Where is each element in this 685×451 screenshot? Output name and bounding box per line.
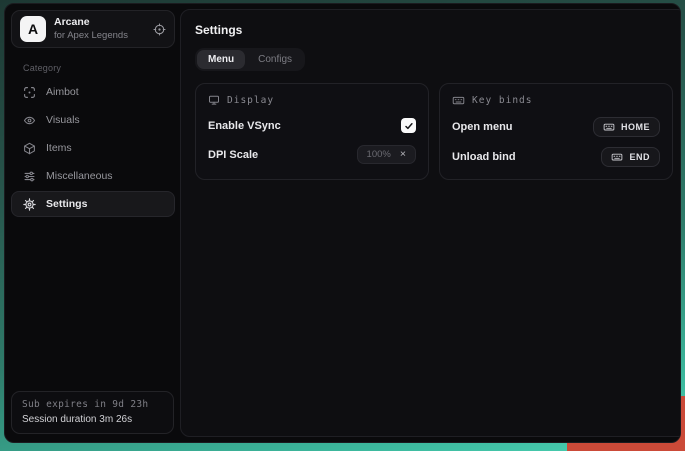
app-window: A Arcane for Apex Legends Category <box>4 3 681 443</box>
display-card-title: Display <box>227 95 274 106</box>
page-title: Settings <box>195 23 673 37</box>
keybinds-card-header: Key binds <box>452 94 660 107</box>
sidebar-item-visuals[interactable]: Visuals <box>5 106 179 134</box>
session-duration-text: Session duration 3m 26s <box>22 414 163 425</box>
open-menu-bind-button[interactable]: HOME <box>593 117 660 137</box>
gear-icon <box>23 198 36 211</box>
unload-bind-row: Unload bind END <box>452 147 660 167</box>
brand-card: A Arcane for Apex Legends <box>11 10 175 48</box>
sub-expiry-text: Sub expires in 9d 23h <box>22 399 163 410</box>
vsync-row: Enable VSync <box>208 116 416 135</box>
vsync-label: Enable VSync <box>208 120 281 132</box>
keybinds-card-title: Key binds <box>472 95 532 106</box>
display-card: Display Enable VSync DPI Scale 1 <box>195 83 429 180</box>
tab-menu[interactable]: Menu <box>197 50 245 69</box>
keybinds-card: Key binds Open menu HOME Unload bind <box>439 83 673 180</box>
tab-bar: Menu Configs <box>195 48 305 71</box>
sidebar-item-label: Items <box>46 142 72 154</box>
open-menu-label: Open menu <box>452 121 513 133</box>
target-icon[interactable] <box>153 23 166 36</box>
unload-bind-label: Unload bind <box>452 151 516 163</box>
sidebar-item-settings[interactable]: Settings <box>11 191 175 217</box>
sidebar-nav: Aimbot Visuals <box>5 78 179 217</box>
dpi-row: DPI Scale 100% × <box>208 145 416 164</box>
keyboard-icon <box>603 121 615 133</box>
dpi-value: 100% <box>367 149 391 160</box>
sliders-icon <box>23 170 36 183</box>
app-name: Arcane <box>54 16 128 30</box>
subscription-status-card: Sub expires in 9d 23h Session duration 3… <box>11 391 174 434</box>
open-menu-key: HOME <box>621 122 650 132</box>
sidebar-item-label: Aimbot <box>46 86 79 98</box>
app-subtitle: for Apex Legends <box>54 30 128 42</box>
unload-bind-button[interactable]: END <box>601 147 660 167</box>
dpi-scale-input[interactable]: 100% × <box>357 145 416 164</box>
dpi-label: DPI Scale <box>208 149 258 161</box>
sidebar-item-label: Settings <box>46 198 87 210</box>
keyboard-icon <box>452 94 465 107</box>
check-icon <box>404 121 414 131</box>
sidebar: A Arcane for Apex Legends Category <box>5 4 179 442</box>
open-menu-row: Open menu HOME <box>452 117 660 137</box>
sidebar-item-aimbot[interactable]: Aimbot <box>5 78 179 106</box>
category-label: Category <box>23 63 179 73</box>
desktop-background: A Arcane for Apex Legends Category <box>0 0 685 451</box>
sidebar-item-label: Visuals <box>46 114 80 126</box>
cube-icon <box>23 142 36 155</box>
app-logo: A <box>20 16 46 42</box>
main-panel: Settings Menu Configs Display <box>180 9 681 437</box>
unload-bind-key: END <box>629 152 650 162</box>
settings-cards: Display Enable VSync DPI Scale 1 <box>195 83 673 180</box>
crosshair-icon <box>23 86 36 99</box>
sidebar-item-items[interactable]: Items <box>5 134 179 162</box>
vsync-checkbox[interactable] <box>401 118 416 133</box>
sidebar-item-label: Miscellaneous <box>46 170 113 182</box>
monitor-icon <box>208 94 220 106</box>
sidebar-item-miscellaneous[interactable]: Miscellaneous <box>5 162 179 190</box>
eye-icon <box>23 114 36 127</box>
tab-configs[interactable]: Configs <box>247 50 303 69</box>
keyboard-icon <box>611 151 623 163</box>
brand-text: Arcane for Apex Legends <box>54 16 128 42</box>
clear-icon[interactable]: × <box>400 149 406 160</box>
display-card-header: Display <box>208 94 416 106</box>
